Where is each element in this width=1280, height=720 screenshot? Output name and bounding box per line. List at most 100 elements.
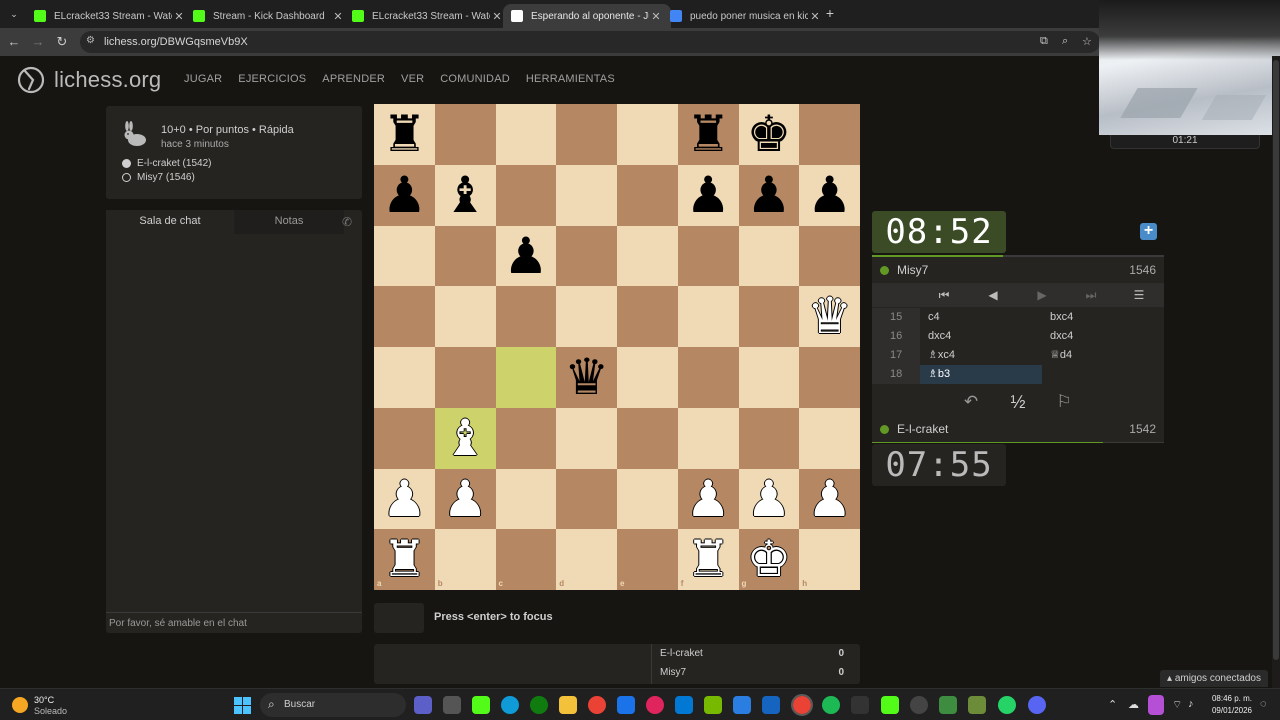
white-move[interactable]: dxc4 [920,327,1042,346]
microphone-icon[interactable] [1148,695,1164,715]
white-move[interactable]: ♗b3 [920,365,1042,384]
offer-draw-button[interactable]: ½ [1006,392,1030,412]
square-b4[interactable] [434,347,496,408]
app-icon[interactable] [733,696,751,714]
black-rook-a8[interactable]: ♜ [374,104,435,165]
chess-board[interactable]: 8 7 6 5 4 3 2 1 a b c d e f g h ♜ ♜ ♚ ♟ ♝ ♟ ♟ ♟ ♟ ♛ ♛ ♝ ♟ ♟ ♟ ♟ ♟ ♜ ♜ ♚ [374,104,860,590]
first-move-icon[interactable]: ⏮ [935,288,953,302]
app-icon[interactable] [851,696,869,714]
wifi-icon[interactable]: ⌔ [1172,698,1182,712]
new-tab-button[interactable]: + [822,5,838,21]
store-icon[interactable] [443,696,461,714]
square-e8[interactable] [617,104,678,165]
browser-tab[interactable]: puedo poner musica en kick - G✕ [662,4,830,28]
close-tab-icon[interactable]: ✕ [172,10,186,23]
minecraft-launcher-icon[interactable] [968,696,986,714]
voice-chat-icon[interactable]: ✆ [342,215,352,229]
black-pawn-c6[interactable]: ♟ [496,226,557,287]
white-pawn-g2[interactable]: ♟ [739,469,800,530]
black-player-link[interactable]: Misy7 (1546) [122,172,195,183]
black-move[interactable]: ♕d4 [1042,346,1164,365]
square-d5[interactable] [556,286,617,347]
square-a3[interactable] [374,407,435,469]
white-queen-h5[interactable]: ♛ [799,286,860,347]
square-c7[interactable] [495,164,557,226]
black-move[interactable]: bxc4 [1042,308,1164,327]
square-b8[interactable] [434,104,496,165]
forward-button[interactable]: → [30,34,46,50]
volume-icon[interactable]: ♪ [1188,698,1194,710]
next-move-icon[interactable]: ▶ [1033,288,1051,302]
teams-icon[interactable] [414,696,432,714]
reload-button[interactable]: ↻ [54,34,70,50]
square-f3[interactable] [677,407,739,469]
square-a4[interactable] [374,347,435,408]
square-c3[interactable] [495,407,557,469]
discord-icon[interactable] [1028,696,1046,714]
start-button[interactable] [234,697,251,714]
square-b1[interactable] [434,529,496,590]
taskbar-search[interactable]: ⌕ Buscar [260,693,406,717]
previous-move-icon[interactable]: ◀ [984,288,1002,302]
page-scrollbar[interactable] [1272,56,1280,688]
mail-icon[interactable] [675,696,693,714]
bookmark-star-icon[interactable]: ☆ [1082,35,1092,48]
black-pawn-a7[interactable]: ♟ [374,165,435,226]
square-d2[interactable] [556,468,617,530]
square-c4[interactable] [495,347,557,408]
square-e2[interactable] [617,468,678,530]
square-f5[interactable] [677,286,739,347]
square-f4[interactable] [677,347,739,408]
white-player-link[interactable]: E-l-craket (1542) [122,158,211,169]
nav-item-ejercicios[interactable]: EJERCICIOS [238,73,306,85]
player-name[interactable]: E-l-craket [897,422,1129,436]
nav-item-aprender[interactable]: APRENDER [322,73,385,85]
close-tab-icon[interactable]: ✕ [808,10,822,23]
square-d8[interactable] [556,104,617,165]
kick-studio-icon[interactable] [881,696,899,714]
square-c5[interactable] [495,286,557,347]
site-info-icon[interactable]: ⚙ [86,35,95,46]
white-king-g1[interactable]: ♚ [739,529,800,590]
crosstable-row[interactable]: Misy7 0 [660,667,854,678]
black-queen-d4[interactable]: ♛ [556,347,617,408]
square-d1[interactable] [556,529,617,590]
square-d3[interactable] [556,407,617,469]
square-h3[interactable] [799,407,860,469]
chrome-icon[interactable] [588,696,606,714]
scrollbar-thumb[interactable] [1273,60,1279,660]
square-g5[interactable] [738,286,800,347]
opponent-name[interactable]: Misy7 [897,263,1129,277]
takeback-icon[interactable]: ↶ [959,392,983,412]
nav-item-ver[interactable]: VER [401,73,424,85]
edge-icon[interactable] [501,696,519,714]
tab-notes[interactable]: Notas [234,210,344,234]
square-h1[interactable] [799,529,860,590]
chat-input[interactable]: Por favor, sé amable en el chat [106,612,362,633]
tab-chat-room[interactable]: Sala de chat [106,210,234,234]
square-e7[interactable] [617,164,678,226]
black-king-g8[interactable]: ♚ [739,104,800,165]
nav-item-comunidad[interactable]: COMUNIDAD [440,73,510,85]
spotify-icon[interactable] [822,696,840,714]
white-pawn-h2[interactable]: ♟ [799,469,860,530]
nav-item-herramientas[interactable]: HERRAMIENTAS [526,73,615,85]
crosstable-row[interactable]: E-l-craket 0 [660,648,854,659]
black-move[interactable]: dxc4 [1042,327,1164,346]
square-g4[interactable] [738,347,800,408]
friends-online-button[interactable]: ▴ amigos conectados [1160,670,1268,687]
square-g3[interactable] [738,407,800,469]
last-move-icon[interactable]: ⏭ [1082,288,1100,302]
close-tab-icon[interactable]: ✕ [649,10,663,23]
square-d6[interactable] [556,225,617,287]
resign-flag-icon[interactable]: ⚐ [1052,392,1076,412]
square-c1[interactable] [495,529,557,590]
obs-icon[interactable] [910,696,928,714]
square-e3[interactable] [617,407,678,469]
square-c8[interactable] [495,104,557,165]
black-bishop-b7[interactable]: ♝ [435,165,496,226]
add-time-button[interactable]: + [1140,223,1157,240]
tab-search-button[interactable]: ⌄ [6,6,22,22]
security-shield-icon[interactable] [762,696,780,714]
close-tab-icon[interactable]: ✕ [331,10,345,23]
